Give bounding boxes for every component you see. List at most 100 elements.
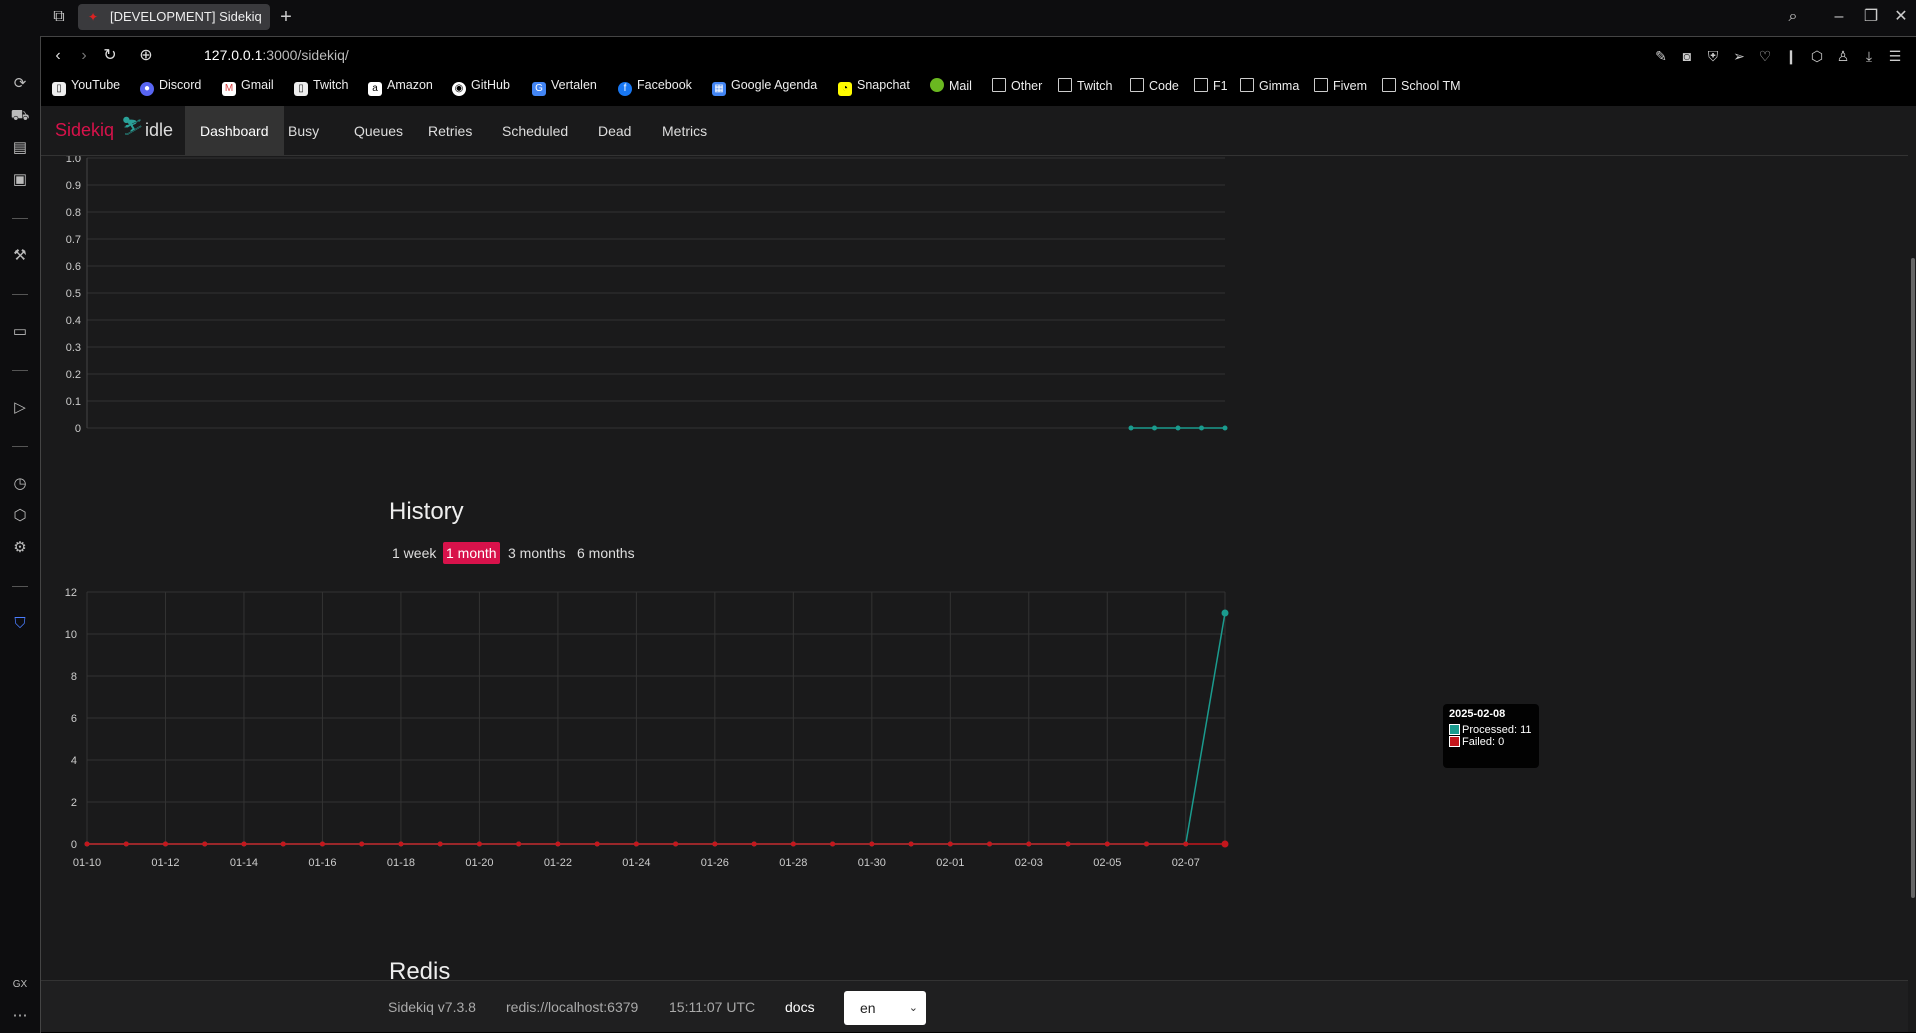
minimize-button[interactable]: – xyxy=(1826,4,1852,30)
bookmark-item[interactable]: Mail xyxy=(930,78,972,93)
bookmark-label: Gmail xyxy=(241,78,274,92)
nav-scheduled[interactable]: Scheduled xyxy=(487,106,583,156)
x-tick-label: 01-16 xyxy=(308,857,336,869)
close-window-button[interactable]: ✕ xyxy=(1888,4,1914,30)
range-3-months[interactable]: 3 months xyxy=(505,542,569,564)
data-point xyxy=(947,841,953,847)
send-icon[interactable]: ➢ xyxy=(1730,47,1748,65)
menu-icon[interactable]: ☰ xyxy=(1886,47,1904,65)
range-1-month[interactable]: 1 month xyxy=(443,542,500,564)
data-point xyxy=(1144,841,1150,847)
more-icon[interactable]: ⋯ xyxy=(10,1006,30,1026)
series-line xyxy=(87,612,1226,845)
scrollbar-thumb[interactable] xyxy=(1911,258,1915,898)
bookmark-label: Gimma xyxy=(1259,79,1300,93)
nav-retries[interactable]: Retries xyxy=(413,106,487,156)
language-select[interactable]: en ⌄ xyxy=(844,991,926,1025)
rail-divider xyxy=(12,370,28,371)
url-path: :3000/sidekiq/ xyxy=(262,47,349,63)
restore-button[interactable]: ❐ xyxy=(1858,4,1884,30)
bookmark-item[interactable]: G Vertalen xyxy=(532,78,597,96)
messenger-icon[interactable]: ▣ xyxy=(10,170,30,190)
bookmark-item[interactable]: ◉ GitHub xyxy=(452,78,510,96)
forward-icon[interactable]: › xyxy=(74,46,94,66)
history-chart: 0 2 4 6 8 10 12 01-10 01-12 01-14 01-16 01-18 01-20 0… xyxy=(65,587,1229,869)
download-icon[interactable]: ⤓ xyxy=(1860,47,1878,65)
data-point xyxy=(202,841,208,847)
x-tick-label: 01-18 xyxy=(387,857,415,869)
data-point xyxy=(633,841,639,847)
brand-link[interactable]: Sidekiq xyxy=(55,120,114,141)
camera-icon[interactable]: ◙ xyxy=(1678,47,1696,65)
reload-icon[interactable]: ↻ xyxy=(100,46,120,66)
player-icon[interactable]: ▷ xyxy=(10,398,30,418)
rail-divider xyxy=(12,218,28,219)
tooltip-failed: Failed: 0 xyxy=(1462,736,1505,748)
account-icon[interactable]: ♙ xyxy=(1834,47,1852,65)
history-icon[interactable]: ◷ xyxy=(10,474,30,494)
pin-icon[interactable]: ⚒ xyxy=(10,246,30,266)
bitwarden-icon[interactable]: ⛉ xyxy=(10,614,30,634)
data-point xyxy=(437,841,443,847)
range-6-months[interactable]: 6 months xyxy=(574,542,638,564)
folder-icon xyxy=(1130,78,1144,92)
extensions-icon[interactable]: ⬡ xyxy=(10,506,30,526)
footer-version: Sidekiq v7.3.8 xyxy=(388,999,476,1015)
processed-swatch xyxy=(1449,724,1460,735)
nav-metrics[interactable]: Metrics xyxy=(647,106,722,156)
tab-manager-icon[interactable]: ⧉ xyxy=(46,4,72,30)
site-info-icon[interactable]: ⊕ xyxy=(136,46,156,66)
bookmark-folder[interactable]: School TM xyxy=(1382,78,1461,93)
discord-icon: ● xyxy=(140,82,154,96)
shield-icon[interactable]: ⛨ xyxy=(1704,47,1722,65)
bookmark-folder[interactable]: Gimma xyxy=(1240,78,1299,93)
heart-icon[interactable]: ♡ xyxy=(1756,47,1774,65)
chevron-down-icon: ⌄ xyxy=(908,1002,918,1014)
bookmark-item[interactable]: ▯ YouTube xyxy=(52,78,120,96)
bookmark-item[interactable]: ● Discord xyxy=(140,78,201,96)
calendar-icon: ▦ xyxy=(712,82,726,96)
x-tick-label: 01-12 xyxy=(151,857,179,869)
bookmark-item[interactable]: ▯ Twitch xyxy=(294,78,348,96)
bookmark-label: YouTube xyxy=(71,78,121,92)
data-point xyxy=(123,841,129,847)
data-point xyxy=(673,841,679,847)
nav-queues[interactable]: Queues xyxy=(339,106,418,156)
bookmark-item[interactable]: ▦ Google Agenda xyxy=(712,78,817,96)
footer-docs-link[interactable]: docs xyxy=(785,999,815,1015)
search-icon[interactable]: ⌕ xyxy=(1780,4,1806,30)
nav-busy[interactable]: Busy xyxy=(273,106,334,156)
footer-time: 15:11:07 UTC xyxy=(669,999,756,1015)
x-tick-label: 01-22 xyxy=(544,857,572,869)
range-1-week[interactable]: 1 week xyxy=(389,542,439,564)
shopping-icon[interactable]: ⛟ xyxy=(10,106,30,126)
y-tick-label: 10 xyxy=(65,629,77,641)
translate-icon: G xyxy=(532,82,546,96)
bookmark-label: Discord xyxy=(159,78,202,92)
bookmark-item[interactable]: f Facebook xyxy=(618,78,692,96)
nav-dashboard[interactable]: Dashboard xyxy=(185,106,284,156)
wallet-icon[interactable]: ▤ xyxy=(10,138,30,158)
nav-dead[interactable]: Dead xyxy=(583,106,646,156)
gx-label[interactable]: GX xyxy=(10,975,30,995)
url-field[interactable]: 127.0.0.1:3000/sidekiq/ xyxy=(204,47,349,63)
refresh-icon[interactable]: ⟳ xyxy=(10,74,30,94)
data-point xyxy=(319,841,325,847)
bookmark-item[interactable]: ◔ Snapchat xyxy=(838,78,910,96)
browser-tab[interactable]: ✦ [DEVELOPMENT] Sidekiq xyxy=(78,4,270,30)
bookmark-item[interactable]: M Gmail xyxy=(222,78,274,96)
bookmark-item[interactable]: a Amazon xyxy=(368,78,433,96)
bookmark-folder[interactable]: Other xyxy=(992,78,1042,93)
new-tab-button[interactable]: + xyxy=(274,4,298,30)
twitch-icon[interactable]: ▭ xyxy=(10,322,30,342)
back-icon[interactable]: ‹ xyxy=(48,46,68,66)
bookmark-folder[interactable]: Twitch xyxy=(1058,78,1112,93)
bookmark-folder[interactable]: Fivem xyxy=(1314,78,1367,93)
edit-icon[interactable]: ✎ xyxy=(1652,47,1670,65)
bookmark-folder[interactable]: Code xyxy=(1130,78,1179,93)
y-tick-label: 0.4 xyxy=(66,315,81,327)
box-icon[interactable]: ⬡ xyxy=(1808,47,1826,65)
bookmark-folder[interactable]: F1 xyxy=(1194,78,1228,93)
browser-sidebar: ◯ ⟳ ⛟ ▤ ▣ ⚒ ▭ ▷ ◷ ⬡ ⚙ ⛉ GX ⋯ xyxy=(0,0,40,1033)
settings-icon[interactable]: ⚙ xyxy=(10,538,30,558)
